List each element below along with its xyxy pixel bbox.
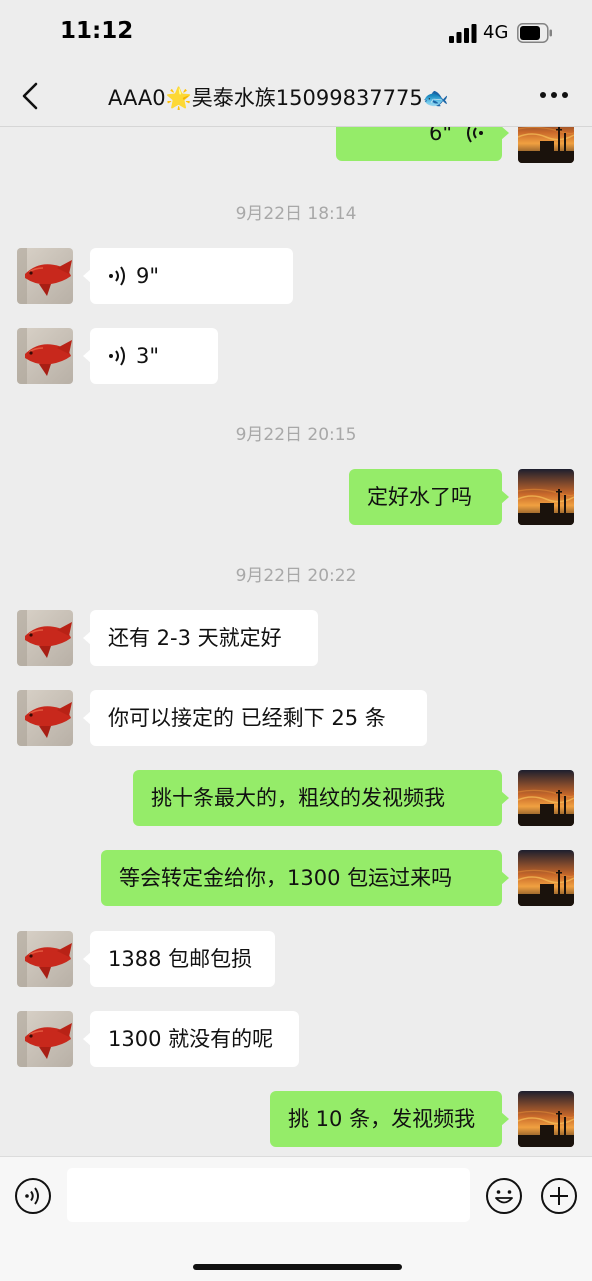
self-avatar[interactable] xyxy=(518,469,574,525)
status-bar: 11:12 4G xyxy=(0,0,592,66)
message-timestamp: 9月22日 18:14 xyxy=(235,204,357,224)
contact-avatar[interactable] xyxy=(17,610,73,666)
text-message-bubble[interactable]: 定好水了吗 xyxy=(349,469,509,525)
voice-message-bubble[interactable]: 3" xyxy=(83,328,218,384)
self-avatar[interactable] xyxy=(518,850,574,906)
text-message-bubble[interactable]: 你可以接定的 已经剩下 25 条 xyxy=(83,690,427,746)
plus-icon[interactable] xyxy=(540,1177,578,1215)
contact-avatar[interactable] xyxy=(17,931,73,987)
home-indicator xyxy=(193,1264,402,1270)
message-input[interactable] xyxy=(67,1168,470,1222)
contact-avatar[interactable] xyxy=(17,690,73,746)
text-message-bubble[interactable]: 1388 包邮包损 xyxy=(83,931,275,987)
voice-duration: 6" xyxy=(428,127,452,145)
network-type: 4G xyxy=(483,22,509,43)
self-avatar[interactable] xyxy=(518,770,574,826)
self-avatar[interactable] xyxy=(518,1091,574,1147)
self-avatar[interactable] xyxy=(518,127,574,163)
voice-icon[interactable] xyxy=(14,1177,52,1215)
text-message-bubble[interactable]: 1300 就没有的呢 xyxy=(83,1011,299,1067)
contact-avatar[interactable] xyxy=(17,1011,73,1067)
voice-wave-icon xyxy=(109,266,125,286)
text-message-bubble[interactable]: 等会转定金给你，1300 包运过来吗 xyxy=(101,850,509,906)
input-bar xyxy=(0,1156,592,1281)
emoji-icon[interactable] xyxy=(485,1177,523,1215)
message-timestamp: 9月22日 20:22 xyxy=(235,566,357,586)
voice-message-bubble[interactable]: 9" xyxy=(83,248,293,304)
text-message-bubble[interactable]: 挑 10 条，发视频我 xyxy=(270,1091,509,1147)
voice-duration: 9" xyxy=(136,264,160,288)
message-list[interactable]: 6" 9月22日 18:14 9" 3" 9月22日 20:15 定好水了吗 9 xyxy=(0,127,592,1155)
chat-title: AAA0🌟昊泰水族15099837775🐟 xyxy=(108,86,449,110)
chevron-left-icon[interactable] xyxy=(16,80,46,112)
voice-message-bubble[interactable]: 6" xyxy=(336,127,509,161)
contact-avatar[interactable] xyxy=(17,248,73,304)
text-message-bubble[interactable]: 挑十条最大的，粗纹的发视频我 xyxy=(133,770,509,826)
cellular-signal-icon xyxy=(449,24,477,43)
voice-wave-icon xyxy=(467,127,483,143)
contact-avatar[interactable] xyxy=(17,328,73,384)
text-message-bubble[interactable]: 还有 2-3 天就定好 xyxy=(83,610,318,666)
battery-icon xyxy=(517,23,552,43)
more-dots-icon[interactable] xyxy=(536,80,572,110)
voice-duration: 3" xyxy=(136,344,160,368)
status-time: 11:12 xyxy=(60,18,134,44)
chat-header: AAA0🌟昊泰水族15099837775🐟 xyxy=(0,66,592,127)
message-timestamp: 9月22日 20:15 xyxy=(235,425,357,445)
voice-wave-icon xyxy=(109,346,125,366)
